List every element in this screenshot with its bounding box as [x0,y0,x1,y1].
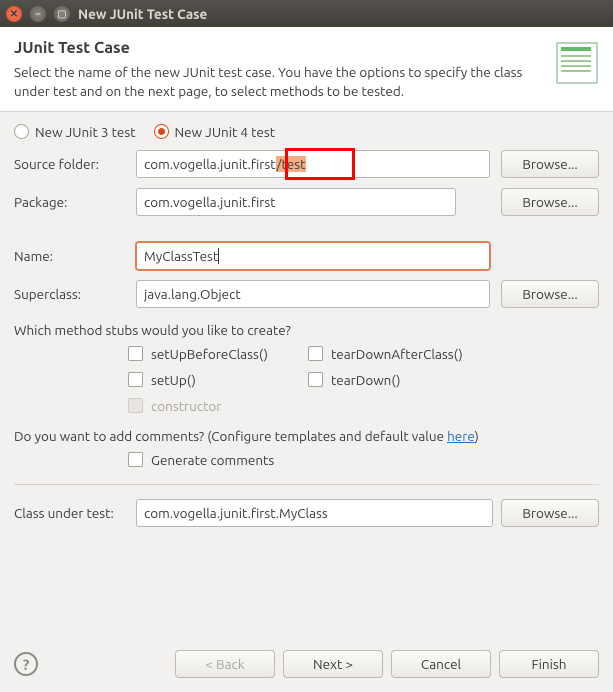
label-method-stubs: Which method stubs would you like to cre… [14,322,599,338]
minimize-icon[interactable]: – [30,6,46,22]
checkbox-icon [128,452,143,467]
name-input[interactable]: MyClassTest [136,242,490,270]
close-icon[interactable]: ✕ [6,6,22,22]
cancel-button[interactable]: Cancel [391,650,491,678]
browse-source-folder-button[interactable]: Browse... [501,150,599,178]
checkbox-icon [128,346,143,361]
label-name: Name: [14,248,128,264]
help-icon[interactable]: ? [14,652,38,676]
package-input[interactable] [136,188,456,216]
back-button: < Back [175,650,275,678]
label-source-folder: Source folder: [14,156,128,172]
browse-package-button[interactable]: Browse... [501,188,599,216]
divider [14,484,599,485]
checkbox-icon [308,346,323,361]
titlebar: ✕ – ▢ New JUnit Test Case [0,0,613,27]
page-description: Select the name of the new JUnit test ca… [14,63,545,101]
source-folder-selection: /test [276,156,307,172]
maximize-icon[interactable]: ▢ [54,6,70,22]
check-generate-comments[interactable]: Generate comments [128,452,308,468]
check-teardownafterclass[interactable]: tearDownAfterClass() [308,346,488,362]
configure-templates-link[interactable]: here [447,428,475,444]
radio-icon [154,124,169,139]
label-class-under-test: Class under test: [14,505,128,521]
label-superclass: Superclass: [14,286,128,302]
label-comments: Do you want to add comments? (Configure … [14,428,599,444]
window-title: New JUnit Test Case [78,6,207,22]
check-setup[interactable]: setUp() [128,372,308,388]
check-setupbeforeclass[interactable]: setUpBeforeClass() [128,346,308,362]
checkbox-icon [128,372,143,387]
radio-icon [14,124,29,139]
browse-class-under-test-button[interactable]: Browse... [501,499,599,527]
check-constructor: constructor [128,398,308,414]
button-bar: ? < Back Next > Cancel Finish [0,638,613,692]
junit-banner-icon [555,41,599,85]
superclass-input[interactable] [136,280,490,308]
label-package: Package: [14,194,128,210]
next-button[interactable]: Next > [283,650,383,678]
radio-label: New JUnit 3 test [35,124,136,140]
browse-superclass-button[interactable]: Browse... [501,280,599,308]
radio-junit4[interactable]: New JUnit 4 test [154,124,276,140]
source-folder-input[interactable]: com.vogella.junit.first/test [136,150,490,178]
radio-label: New JUnit 4 test [175,124,276,140]
name-value: MyClassTest [144,248,218,264]
source-folder-prefix: com.vogella.junit.first [144,156,276,172]
check-teardown[interactable]: tearDown() [308,372,488,388]
junit-version-radiogroup: New JUnit 3 test New JUnit 4 test [14,124,599,140]
checkbox-icon [308,372,323,387]
text-caret-icon [218,248,219,264]
finish-button[interactable]: Finish [499,650,599,678]
class-under-test-input[interactable] [136,499,493,527]
checkbox-icon [128,398,143,413]
dialog-header: JUnit Test Case Select the name of the n… [0,27,613,112]
page-title: JUnit Test Case [14,39,545,57]
radio-junit3[interactable]: New JUnit 3 test [14,124,136,140]
